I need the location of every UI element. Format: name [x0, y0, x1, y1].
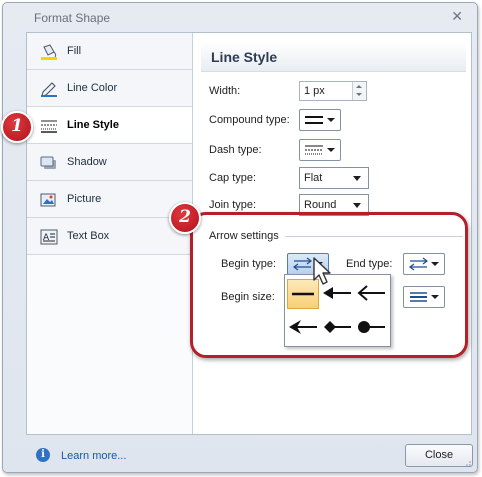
panel-title: Line Style	[211, 49, 278, 65]
dialog-title: Format Shape	[34, 11, 111, 25]
sidebar-item-shadow[interactable]: Shadow	[27, 144, 192, 181]
width-label: Width:	[209, 85, 241, 97]
chevron-down-icon	[327, 148, 335, 152]
dash-type-label: Dash type:	[209, 144, 262, 156]
learn-more-link[interactable]: Learn more...	[61, 450, 126, 462]
sidebar-item-label: Fill	[67, 45, 82, 57]
sidebar-item-label: Line Style	[67, 119, 119, 131]
sidebar-item-label: Picture	[67, 193, 102, 205]
sidebar-item-picture[interactable]: Picture	[27, 181, 192, 218]
sidebar-item-line-style[interactable]: Line Style	[27, 107, 192, 144]
width-value: 1 px	[304, 85, 325, 97]
resize-grip-icon[interactable]	[463, 458, 471, 466]
compound-type-dropdown[interactable]	[299, 109, 341, 131]
cap-type-value: Flat	[304, 172, 323, 184]
annotation-badge-1: 1	[1, 111, 33, 143]
annotation-highlight-ring	[190, 212, 468, 358]
line-style-icon	[41, 120, 57, 133]
text-box-icon: A	[40, 229, 58, 245]
sidebar-empty-area	[27, 255, 192, 434]
sidebar: Fill Line Color Line Style Shadow Pictur…	[27, 33, 193, 434]
annotation-badge-2: 2	[169, 202, 201, 234]
cap-type-select[interactable]: Flat	[299, 167, 369, 189]
spin-down-icon[interactable]	[356, 93, 362, 96]
width-spinner[interactable]: 1 px	[299, 81, 367, 101]
sidebar-item-text-box[interactable]: A Text Box	[27, 218, 192, 255]
paint-bucket-icon	[41, 44, 57, 60]
join-type-label: Join type:	[209, 199, 257, 211]
dash-type-dropdown[interactable]	[299, 139, 341, 161]
compound-lines-icon	[305, 116, 323, 124]
spinner-arrows[interactable]	[352, 82, 366, 100]
sidebar-item-fill[interactable]: Fill	[27, 33, 192, 70]
cap-type-label: Cap type:	[209, 172, 257, 184]
sidebar-item-line-color[interactable]: Line Color	[27, 70, 192, 107]
picture-icon	[40, 193, 56, 207]
spin-up-icon[interactable]	[356, 85, 362, 88]
chevron-down-icon	[353, 176, 361, 181]
chevron-down-icon	[353, 203, 361, 208]
compound-type-label: Compound type:	[209, 114, 290, 126]
sidebar-item-label: Text Box	[67, 230, 110, 242]
shadow-icon	[40, 156, 56, 169]
close-icon[interactable]: ✕	[451, 8, 463, 25]
pencil-icon	[41, 82, 57, 97]
join-type-value: Round	[304, 199, 337, 211]
sidebar-item-label: Line Color	[67, 82, 118, 94]
panel-header: Line Style	[201, 41, 466, 72]
info-icon: i	[36, 448, 50, 462]
sidebar-item-label: Shadow	[67, 156, 107, 168]
chevron-down-icon	[327, 118, 335, 122]
title-bar: Format Shape ✕	[3, 3, 477, 31]
dash-lines-icon	[305, 145, 323, 155]
